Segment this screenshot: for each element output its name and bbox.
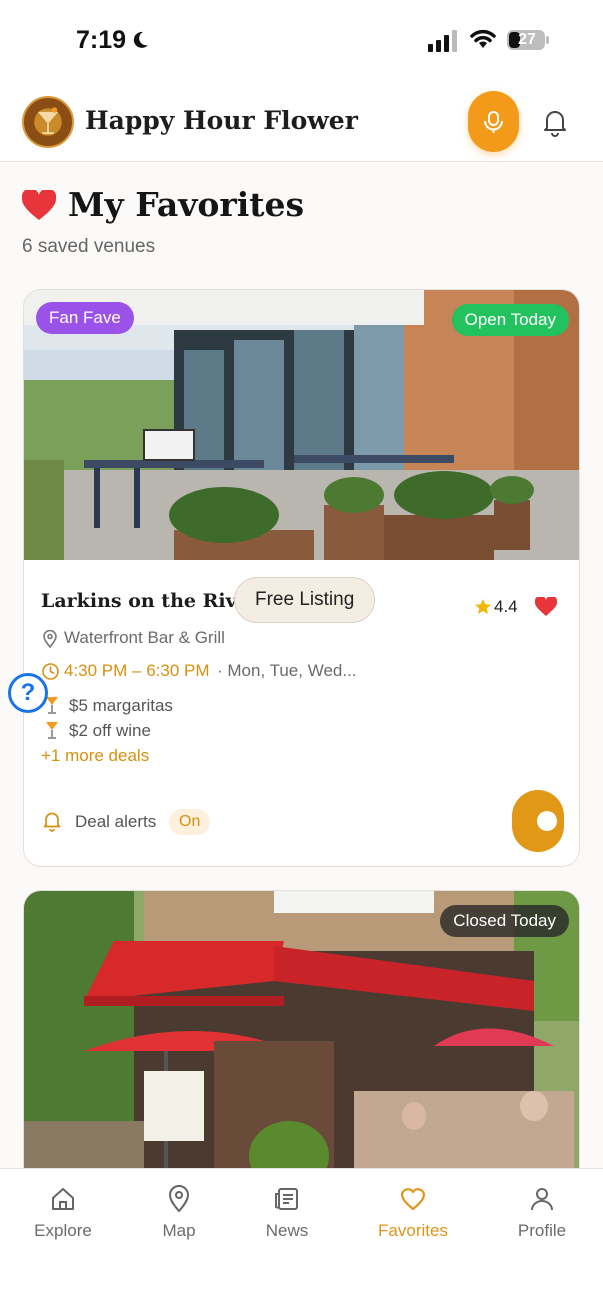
battery-level: 27 — [518, 31, 536, 48]
deal-alerts-toggle[interactable] — [512, 790, 564, 852]
venue-name[interactable]: Larkins on the River — [41, 590, 259, 612]
user-icon — [531, 1188, 553, 1211]
newspaper-icon — [275, 1188, 298, 1210]
app-header: Happy Hour Flower — [0, 84, 603, 162]
tab-favorites[interactable]: Favorites — [358, 1185, 468, 1241]
tab-label: News — [265, 1221, 309, 1240]
venue-type: Waterfront Bar & Grill — [64, 628, 225, 647]
venue-photo: Fan Fave Open Today — [24, 290, 579, 560]
venue-photo: Closed Today — [24, 891, 579, 1189]
venue-card[interactable]: Closed Today — [23, 890, 580, 1190]
deal-alerts-status: On — [169, 809, 211, 835]
status-time: 7:19 — [76, 26, 127, 54]
saved-venues-count: 6 saved venues — [22, 236, 156, 257]
app-logo — [22, 96, 74, 148]
heart-icon — [400, 1188, 426, 1211]
status-bar: 7:19 27 — [0, 0, 603, 84]
home-icon — [52, 1188, 74, 1210]
notifications-bell-icon[interactable] — [540, 107, 570, 137]
tab-map[interactable]: Map — [124, 1185, 234, 1241]
bottom-tab-bar: Explore Map News Favorites Profile — [0, 1168, 603, 1306]
venue-card[interactable]: Fan Fave Open Today Larkins on the River… — [23, 289, 580, 867]
deal-item: $2 off wine — [69, 721, 151, 740]
tab-profile[interactable]: Profile — [487, 1185, 597, 1241]
wifi-icon — [470, 29, 496, 48]
map-pin-icon — [168, 1185, 190, 1213]
location-pin-icon — [43, 630, 57, 648]
venue-rating: 4.4 — [494, 597, 518, 616]
bell-icon — [43, 812, 61, 832]
toggle-knob — [537, 811, 557, 831]
page-title: My Favorites — [68, 185, 305, 224]
tab-explore[interactable]: Explore — [8, 1185, 118, 1241]
deal-item: $5 margaritas — [69, 696, 173, 715]
help-button[interactable]: ? — [8, 673, 48, 713]
app-title: Happy Hour Flower — [85, 106, 358, 135]
voice-search-button[interactable] — [468, 91, 519, 152]
star-icon — [475, 599, 491, 614]
tab-label: Profile — [517, 1221, 567, 1240]
listing-type-badge: Free Listing — [234, 577, 376, 623]
cocktail-icon — [46, 722, 58, 739]
open-status-badge: Closed Today — [440, 905, 569, 937]
signal-icon — [428, 30, 457, 52]
moon-icon — [133, 31, 148, 48]
fan-fave-badge: Fan Fave — [36, 302, 134, 334]
tab-news[interactable]: News — [232, 1185, 342, 1241]
page-heading: My Favorites — [22, 185, 582, 229]
favorite-heart-icon[interactable] — [535, 597, 557, 617]
tab-label: Favorites — [378, 1221, 448, 1240]
clock-icon — [42, 663, 59, 680]
tab-label: Explore — [34, 1221, 92, 1240]
happy-hour-time: 4:30 PM – 6:30 PM — [64, 661, 210, 680]
more-deals-link[interactable]: +1 more deals — [41, 746, 149, 766]
tab-label: Map — [162, 1221, 196, 1240]
cocktail-logo-icon — [37, 107, 59, 134]
heart-icon — [22, 190, 56, 220]
happy-hour-days: · Mon, Tue, Wed... — [217, 661, 357, 680]
microphone-icon — [484, 111, 503, 133]
deal-alerts-label: Deal alerts — [75, 812, 157, 831]
open-status-badge: Open Today — [451, 304, 569, 336]
